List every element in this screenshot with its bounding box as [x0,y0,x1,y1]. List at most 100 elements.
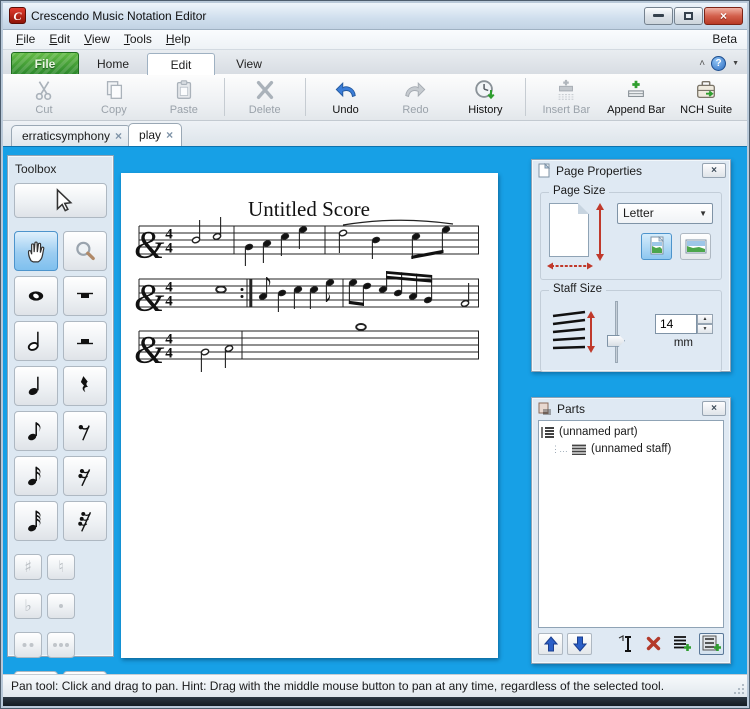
sixteenth-rest-button[interactable] [63,455,107,496]
nch-suite-button[interactable]: NCH Suite [671,75,741,118]
paste-button[interactable]: Paste [149,75,219,118]
append-bar-button[interactable]: Append Bar [601,75,671,118]
spin-down-button[interactable]: ▼ [697,324,713,335]
close-button[interactable]: × [704,6,743,25]
maximize-icon [684,11,693,20]
doc-tab-erraticsymphony[interactable]: erraticsymphony × [11,124,132,146]
dot-button[interactable] [47,592,75,619]
spin-up-button[interactable]: ▲ [697,314,713,325]
resize-grip[interactable] [733,683,745,695]
whole-rest-button[interactable] [63,275,107,316]
cut-button[interactable]: Cut [9,75,79,118]
panel-title: Page Properties [556,163,643,178]
treble-clef: & [134,276,165,319]
score-page[interactable]: Untitled Score & 4 4 & 4 4 & 4 4 [121,172,498,658]
collapse-ribbon-icon[interactable]: ˄ [699,58,705,69]
move-up-button[interactable] [538,632,563,655]
history-button[interactable]: History [450,75,520,118]
move-down-button[interactable] [567,632,592,655]
add-part-button[interactable] [670,633,695,655]
whole-note-button[interactable] [14,275,58,316]
panel-title: Parts [557,401,586,416]
select-tool-button[interactable] [14,182,107,218]
triple-dot-button[interactable] [47,631,75,658]
window-bottom-edge [3,697,747,706]
double-dot-button[interactable] [14,631,42,658]
dropdown-arrow-icon[interactable]: ▼ [732,60,739,67]
panel-close-button[interactable]: × [702,163,726,179]
tab-edit[interactable]: Edit [147,52,215,75]
half-rest-button[interactable] [63,320,107,361]
slider-thumb[interactable] [607,334,625,347]
add-staff-button[interactable] [699,632,724,655]
document-tab-row: erraticsymphony × play × [3,120,747,146]
thirtysecond-note-button[interactable] [14,500,58,541]
thirtysecond-rest-icon [78,511,92,532]
menu-edit[interactable]: Edit [42,30,77,48]
undo-icon [333,77,359,103]
sharp-button[interactable]: ♯ [14,553,42,580]
tree-item-part[interactable]: (unnamed part) [541,424,721,441]
tab-file[interactable]: File [11,51,79,74]
unit-label: mm [673,337,693,350]
zoom-tool-button[interactable] [63,230,107,271]
help-icon[interactable]: ? [711,55,727,71]
move-down-icon [572,636,587,652]
landscape-icon [685,239,706,254]
delete-button[interactable]: Delete [230,75,300,118]
pan-tool-button[interactable] [14,230,58,271]
menu-tools[interactable]: Tools [117,30,159,48]
rename-button[interactable] [612,633,637,655]
half-note-button[interactable] [14,320,58,361]
delete-part-icon [646,637,661,651]
redo-button[interactable]: Redo [381,75,451,118]
svg-text:4: 4 [165,293,173,309]
menu-help[interactable]: Help [159,30,198,48]
add-staff-icon [702,635,721,652]
staff-size-input[interactable] [655,314,697,335]
panel-close-button[interactable]: × [702,401,726,417]
quarter-rest-button[interactable] [63,365,107,406]
thirtysecond-rest-button[interactable] [63,500,107,541]
undo-button[interactable]: Undo [311,75,381,118]
portrait-button[interactable] [641,232,672,260]
tab-view[interactable]: View [215,52,283,74]
tab-close-icon[interactable]: × [115,130,122,142]
eighth-note-button[interactable] [14,410,58,451]
eighth-rest-button[interactable] [63,410,107,451]
copy-icon [102,77,126,103]
page-properties-panel: Page Properties × Page Size Letter ▼ Sta… [531,158,731,372]
natural-button[interactable]: ♮ [47,553,75,580]
toolbar-separator [304,77,306,116]
delete-part-button[interactable] [641,633,666,655]
toolbox-panel: Toolbox ♯ ♮ ♭ [7,154,114,675]
copy-button[interactable]: Copy [79,75,149,118]
staff-size-group: Staff Size ▲ ▼ [540,282,722,372]
height-dimension-arrow [596,202,604,261]
page-size-dropdown[interactable]: Letter ▼ [617,202,713,224]
landscape-button[interactable] [680,232,711,260]
delete-icon [253,77,277,103]
tree-connector: ⋮… [551,443,568,454]
sixteenth-note-button[interactable] [14,455,58,496]
menu-file[interactable]: File [9,30,42,48]
quarter-note-button[interactable] [14,365,58,406]
sixteenth-note-icon [28,466,41,485]
whole-rest-icon [77,292,93,298]
insert-bar-button[interactable]: Insert Bar [531,75,601,118]
menu-view[interactable]: View [77,30,117,48]
toolbox-title: Toolbox [15,161,57,176]
maximize-button[interactable] [674,6,703,25]
doc-tab-play[interactable]: play × [128,122,183,146]
tab-close-icon[interactable]: × [166,129,173,141]
tree-item-staff[interactable]: ⋮… (unnamed staff) [541,441,721,458]
staff-icon [572,444,586,455]
minimize-button[interactable] [644,6,673,25]
staff-size-slider[interactable] [605,300,627,363]
editor-canvas[interactable]: Toolbox ♯ ♮ ♭ Untitled Score & 4 4 & 4 4… [3,145,747,675]
tab-home[interactable]: Home [79,52,147,74]
cut-icon [32,77,56,103]
history-icon [472,77,498,103]
flat-button[interactable]: ♭ [14,592,42,619]
close-icon: × [719,8,727,23]
